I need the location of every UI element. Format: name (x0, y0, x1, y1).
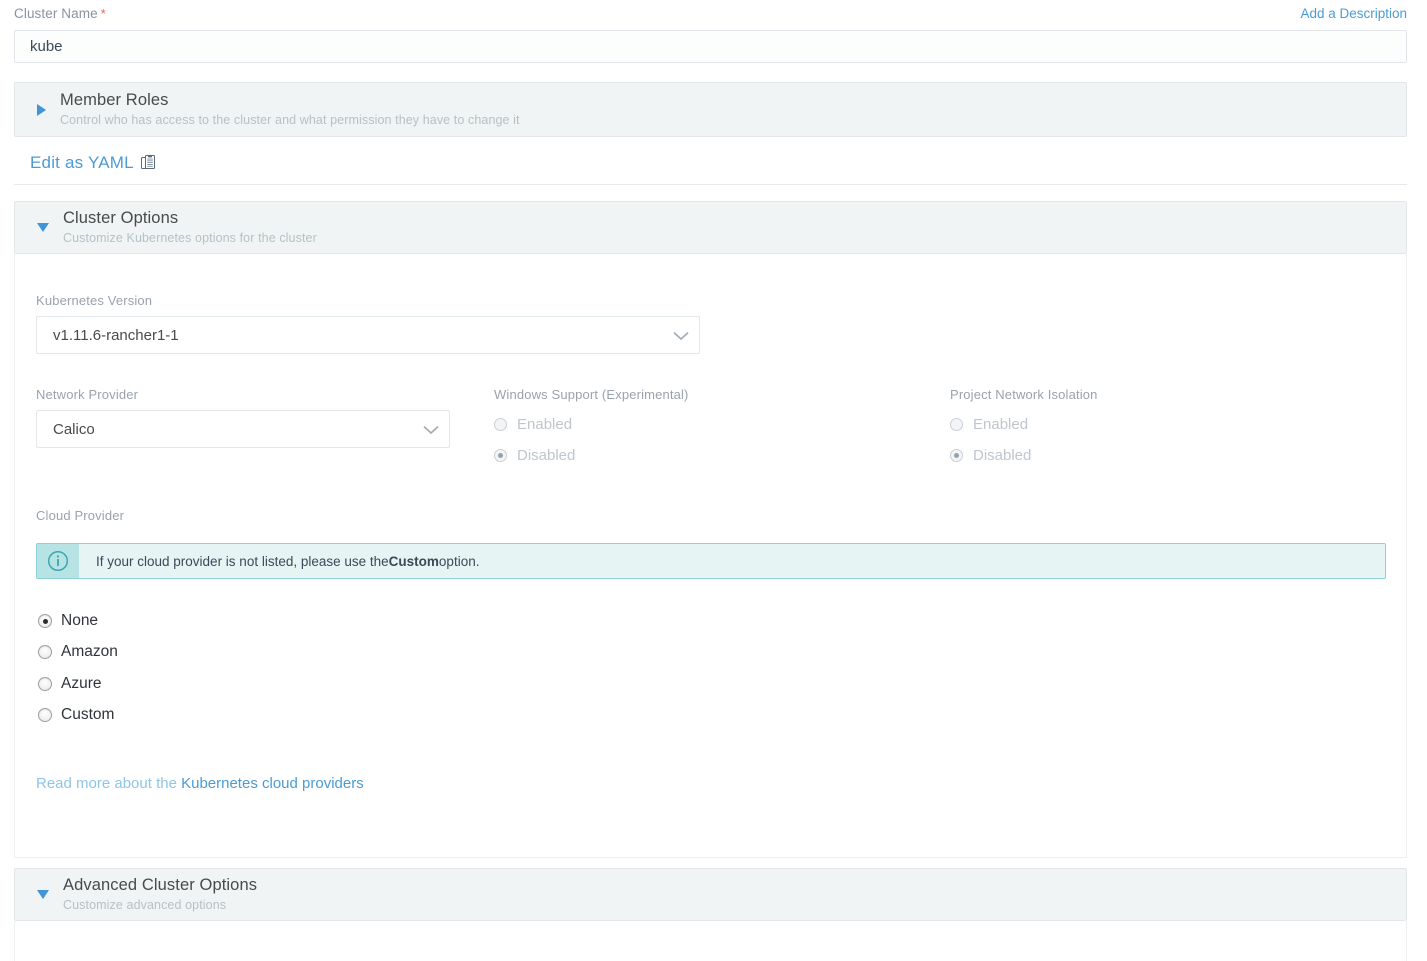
accordion-member-roles-subtitle: Control who has access to the cluster an… (60, 113, 520, 127)
add-a-description-link[interactable]: Add a Description (1300, 6, 1407, 21)
accordion-advanced-cluster-options-text: Advanced Cluster Options Customize advan… (63, 875, 257, 914)
windows-support-disabled-label: Disabled (517, 447, 576, 464)
radio-circle-icon[interactable] (950, 418, 963, 431)
kubernetes-version-value: v1.11.6-rancher1-1 (53, 326, 179, 344)
cluster-name-label: Cluster Name (14, 6, 98, 21)
cluster-name-input[interactable] (14, 30, 1407, 63)
accordion-member-roles[interactable]: Member Roles Control who has access to t… (14, 82, 1407, 137)
read-more-cloud-providers: Read more about the Kubernetes cloud pro… (36, 775, 364, 792)
create-cluster-form: Cluster Name* Add a Description Member R… (0, 0, 1427, 961)
caret-down-icon[interactable] (37, 890, 49, 899)
cloud-provider-info-banner: If your cloud provider is not listed, pl… (36, 543, 1386, 579)
cloud-provider-radio-amazon[interactable]: Amazon (38, 643, 118, 661)
accordion-cluster-options-title: Cluster Options (63, 209, 179, 227)
kubernetes-version-select[interactable]: v1.11.6-rancher1-1 (36, 316, 700, 354)
banner-text-bold: Custom (388, 553, 439, 569)
radio-circle-icon[interactable] (38, 708, 52, 722)
project-network-isolation-enabled-label: Enabled (973, 416, 1029, 433)
advanced-cluster-options-panel (14, 921, 1407, 961)
project-network-isolation-radio-disabled[interactable]: Disabled (950, 447, 1031, 464)
caret-down-icon[interactable] (37, 223, 49, 232)
project-network-isolation-radio-enabled[interactable]: Enabled (950, 416, 1028, 433)
accordion-member-roles-text: Member Roles Control who has access to t… (60, 90, 520, 129)
cloud-provider-radio-none[interactable]: None (38, 612, 98, 630)
cloud-provider-amazon-label: Amazon (61, 643, 118, 660)
accordion-member-roles-title: Member Roles (60, 91, 169, 109)
cluster-name-label-wrap: Cluster Name * (14, 5, 106, 23)
radio-circle-icon[interactable] (494, 418, 507, 431)
cluster-options-panel: Kubernetes Version v1.11.6-rancher1-1 Ne… (14, 254, 1407, 858)
radio-circle-selected-icon[interactable] (494, 449, 507, 462)
info-circle-icon (37, 544, 79, 578)
cloud-provider-radio-custom[interactable]: Custom (38, 706, 114, 724)
windows-support-enabled-label: Enabled (517, 416, 573, 433)
chevron-down-icon[interactable] (423, 425, 439, 434)
accordion-advanced-cluster-options-subtitle: Customize advanced options (63, 898, 227, 912)
edit-as-yaml-label: Edit as YAML (30, 153, 134, 172)
accordion-cluster-options-text: Cluster Options Customize Kubernetes opt… (63, 208, 317, 247)
banner-text-before: If your cloud provider is not listed, pl… (96, 553, 389, 569)
chevron-down-icon[interactable] (673, 331, 689, 340)
windows-support-radio-enabled[interactable]: Enabled (494, 416, 572, 433)
cluster-name-label-row: Cluster Name * Add a Description (14, 5, 1407, 24)
cluster-name-field-group: Cluster Name * Add a Description (14, 5, 1407, 63)
cloud-provider-custom-label: Custom (61, 706, 115, 723)
network-provider-select[interactable]: Calico (36, 410, 450, 448)
cloud-provider-azure-label: Azure (61, 675, 102, 692)
cloud-provider-info-banner-text: If your cloud provider is not listed, pl… (79, 544, 1385, 578)
radio-circle-icon[interactable] (38, 645, 52, 659)
project-network-isolation-label: Project Network Isolation (950, 387, 1098, 402)
edit-as-yaml-button[interactable]: Edit as YAML (30, 153, 157, 173)
accordion-cluster-options[interactable]: Cluster Options Customize Kubernetes opt… (14, 201, 1407, 254)
radio-circle-icon[interactable] (38, 677, 52, 691)
cloud-provider-radio-azure[interactable]: Azure (38, 675, 102, 693)
accordion-advanced-cluster-options-title: Advanced Cluster Options (63, 876, 258, 894)
banner-text-after: option. (438, 553, 480, 569)
section-divider (14, 184, 1407, 185)
radio-circle-selected-icon[interactable] (38, 614, 52, 628)
accordion-advanced-cluster-options[interactable]: Advanced Cluster Options Customize advan… (14, 868, 1407, 921)
windows-support-radio-disabled[interactable]: Disabled (494, 447, 575, 464)
accordion-cluster-options-subtitle: Customize Kubernetes options for the clu… (63, 231, 317, 245)
required-asterisk: * (100, 6, 106, 21)
windows-support-label: Windows Support (Experimental) (494, 387, 689, 402)
cloud-provider-none-label: None (61, 612, 99, 629)
kubernetes-version-label: Kubernetes Version (36, 293, 153, 308)
project-network-isolation-disabled-label: Disabled (973, 447, 1032, 464)
kubernetes-cloud-providers-link[interactable]: Kubernetes cloud providers (181, 775, 364, 792)
caret-right-icon[interactable] (37, 103, 46, 116)
network-provider-label: Network Provider (36, 387, 139, 402)
read-more-prefix: Read more about the (36, 775, 182, 792)
cloud-provider-label: Cloud Provider (36, 508, 125, 523)
network-provider-value: Calico (53, 420, 95, 438)
clipboard-copy-icon[interactable] (140, 154, 157, 172)
radio-circle-selected-icon[interactable] (950, 449, 963, 462)
